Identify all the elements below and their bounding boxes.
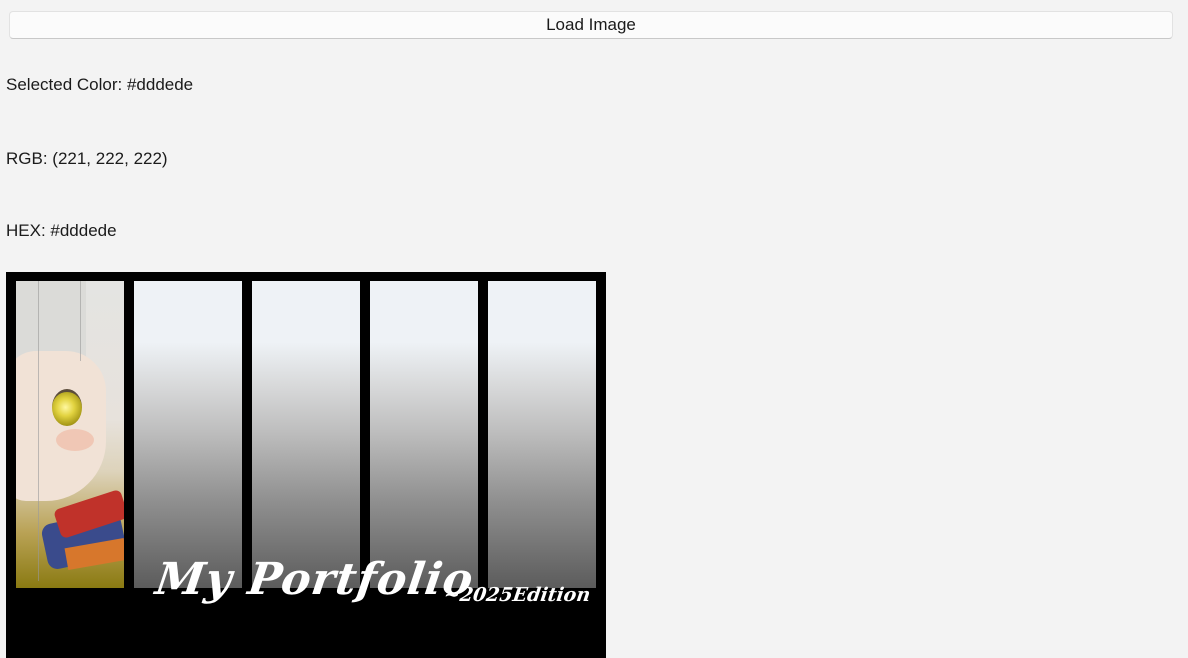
image-gradient-panel	[370, 281, 478, 588]
art-line	[80, 281, 81, 361]
image-gradient-panel	[488, 281, 596, 588]
image-gradient-panel	[252, 281, 360, 588]
art-line	[38, 281, 39, 581]
art-face	[16, 351, 106, 501]
hex-label: HEX: #dddede	[6, 221, 117, 240]
image-gradient-panel	[134, 281, 242, 588]
loaded-image[interactable]: My Portfolio ~2025Edition	[6, 272, 606, 658]
rgb-label: RGB: (221, 222, 222)	[6, 149, 168, 168]
load-image-button[interactable]: Load Image	[9, 11, 1173, 39]
image-edition-text: ~2025Edition	[442, 584, 592, 606]
art-eye	[52, 389, 82, 426]
image-title-text: My Portfolio	[152, 554, 477, 605]
image-art-panel	[16, 281, 124, 588]
art-blush	[56, 429, 94, 451]
selected-color-label: Selected Color: #dddede	[6, 75, 194, 94]
